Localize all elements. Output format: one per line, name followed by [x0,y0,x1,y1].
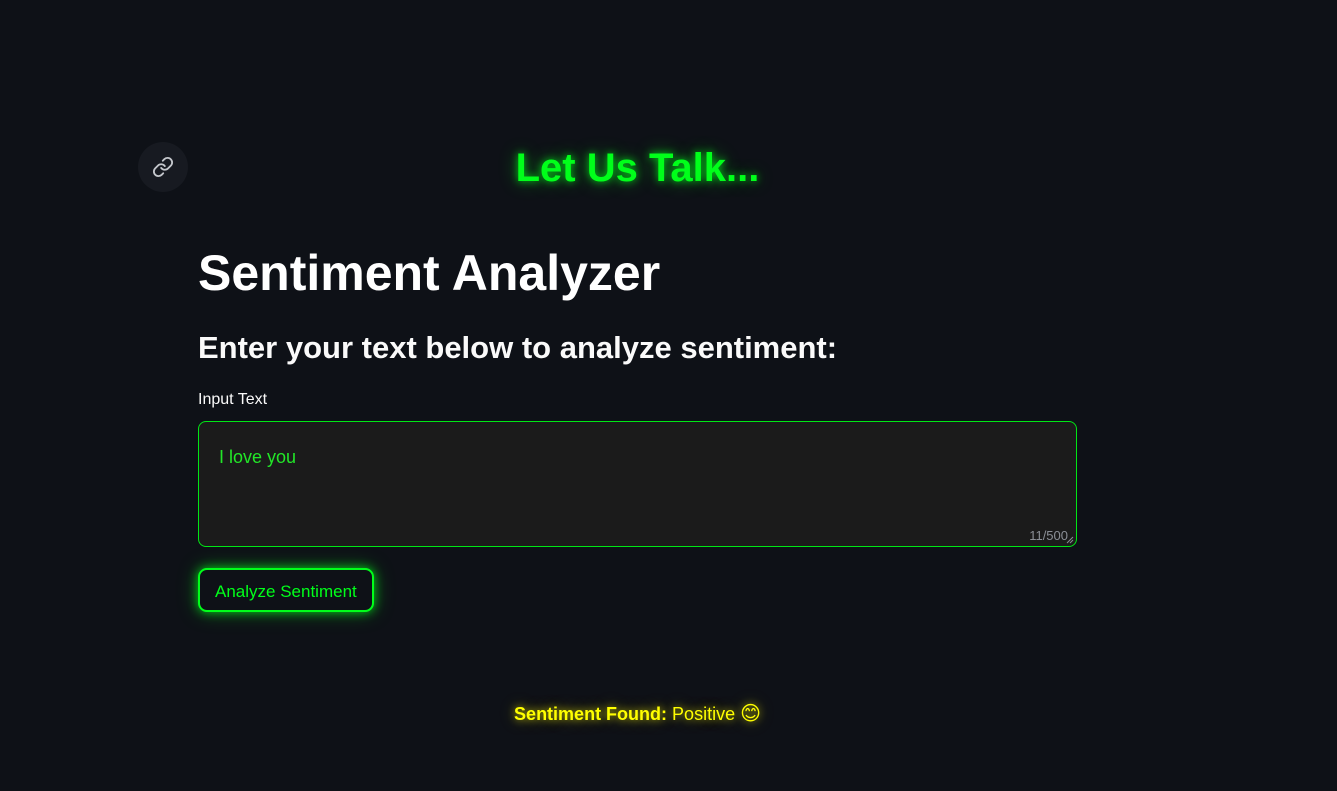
smiling-face-icon: 😊 [740,703,761,725]
page-title: Sentiment Analyzer [198,245,661,301]
input-text-container: 11/500 [198,421,1077,547]
page-subtitle: Enter your text below to analyze sentime… [198,330,838,365]
analyze-sentiment-button[interactable]: Analyze Sentiment [198,568,374,612]
sentiment-result: Sentiment Found: Positive 😊 [0,700,1275,728]
character-counter: 11/500 [1029,528,1068,543]
resize-handle-icon[interactable] [1066,536,1074,544]
result-label: Sentiment Found: [514,704,668,724]
app-page: Let Us Talk... Sentiment Analyzer Enter … [0,0,1337,791]
main-content: Sentiment Analyzer Enter your text below… [198,240,1077,612]
banner-heading: Let Us Talk... [515,146,760,190]
input-text-area[interactable] [199,422,1076,546]
result-value: Positive [672,704,736,724]
input-text-label: Input Text [198,391,268,408]
